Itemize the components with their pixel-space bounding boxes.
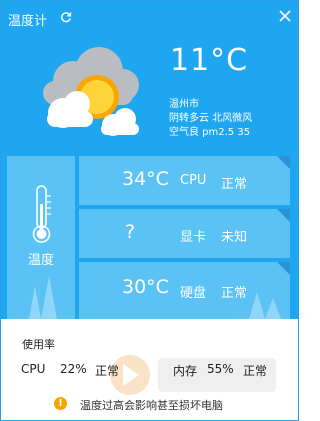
cpu-temperature-tile[interactable]: 34°C CPU 正常 [79,156,290,205]
usage-panel: 使用率 CPU 22% 正常 内存 55% 正常 ! 温度过高会影响甚至损坏电脑 [1,319,298,420]
disk-status: 正常 [221,286,248,301]
memory-usage-percent: 55% [207,362,234,376]
cpu-temperature-value: 34°C [122,168,169,190]
gpu-status: 未知 [221,230,248,245]
tree-decoration-icon [29,276,57,319]
usage-title: 使用率 [22,338,55,351]
city-name: 温州市 [169,99,199,110]
title-bar: 温度计 [1,1,298,33]
app-title: 温度计 [8,14,48,29]
cpu-status: 正常 [221,177,248,192]
weather-condition: 阴转多云 北风微风 [169,113,253,124]
memory-usage-label: 内存 [173,364,198,378]
app-window: 温度计 11°C 温州市 阴转多云 北风微风 空气良 pm2.5 35 温度 3… [0,0,299,421]
gpu-temperature-value: ? [125,221,136,243]
cpu-usage-status: 正常 [95,364,120,378]
disk-label: 硬盘 [180,286,207,301]
thermometer-icon [32,185,51,243]
cpu-label: CPU [180,173,207,188]
gpu-label: 显卡 [180,230,207,245]
warning-text: 温度过高会影响甚至损坏电脑 [80,399,223,412]
current-temperature: 11°C [170,43,249,78]
memory-usage-status: 正常 [243,364,268,378]
refresh-icon[interactable] [60,11,72,23]
gpu-temperature-tile[interactable]: ? 显卡 未知 [79,209,290,258]
tree-decoration-icon [249,292,281,319]
weather-cloudy-sun-icon [43,47,139,136]
close-icon[interactable] [278,9,292,23]
temperature-tiles: 温度 34°C CPU 正常 ? 显卡 未知 30°C 硬盘 正常 [1,156,298,319]
tile-corner [277,156,290,169]
tile-corner [277,262,290,275]
air-quality: 空气良 pm2.5 35 [169,127,251,138]
top-panel: 温度计 11°C 温州市 阴转多云 北风微风 空气良 pm2.5 35 温度 3… [1,1,298,319]
temperature-tile-label: 温度 [27,253,54,268]
disk-temperature-tile[interactable]: 30°C 硬盘 正常 [79,262,290,319]
cpu-usage-percent: 22% [60,362,87,376]
warning-icon: ! [54,397,67,410]
disk-temperature-value: 30°C [122,276,169,298]
cpu-usage-label: CPU [21,362,46,376]
temperature-tile[interactable]: 温度 [7,156,75,319]
tile-corner [277,209,290,222]
